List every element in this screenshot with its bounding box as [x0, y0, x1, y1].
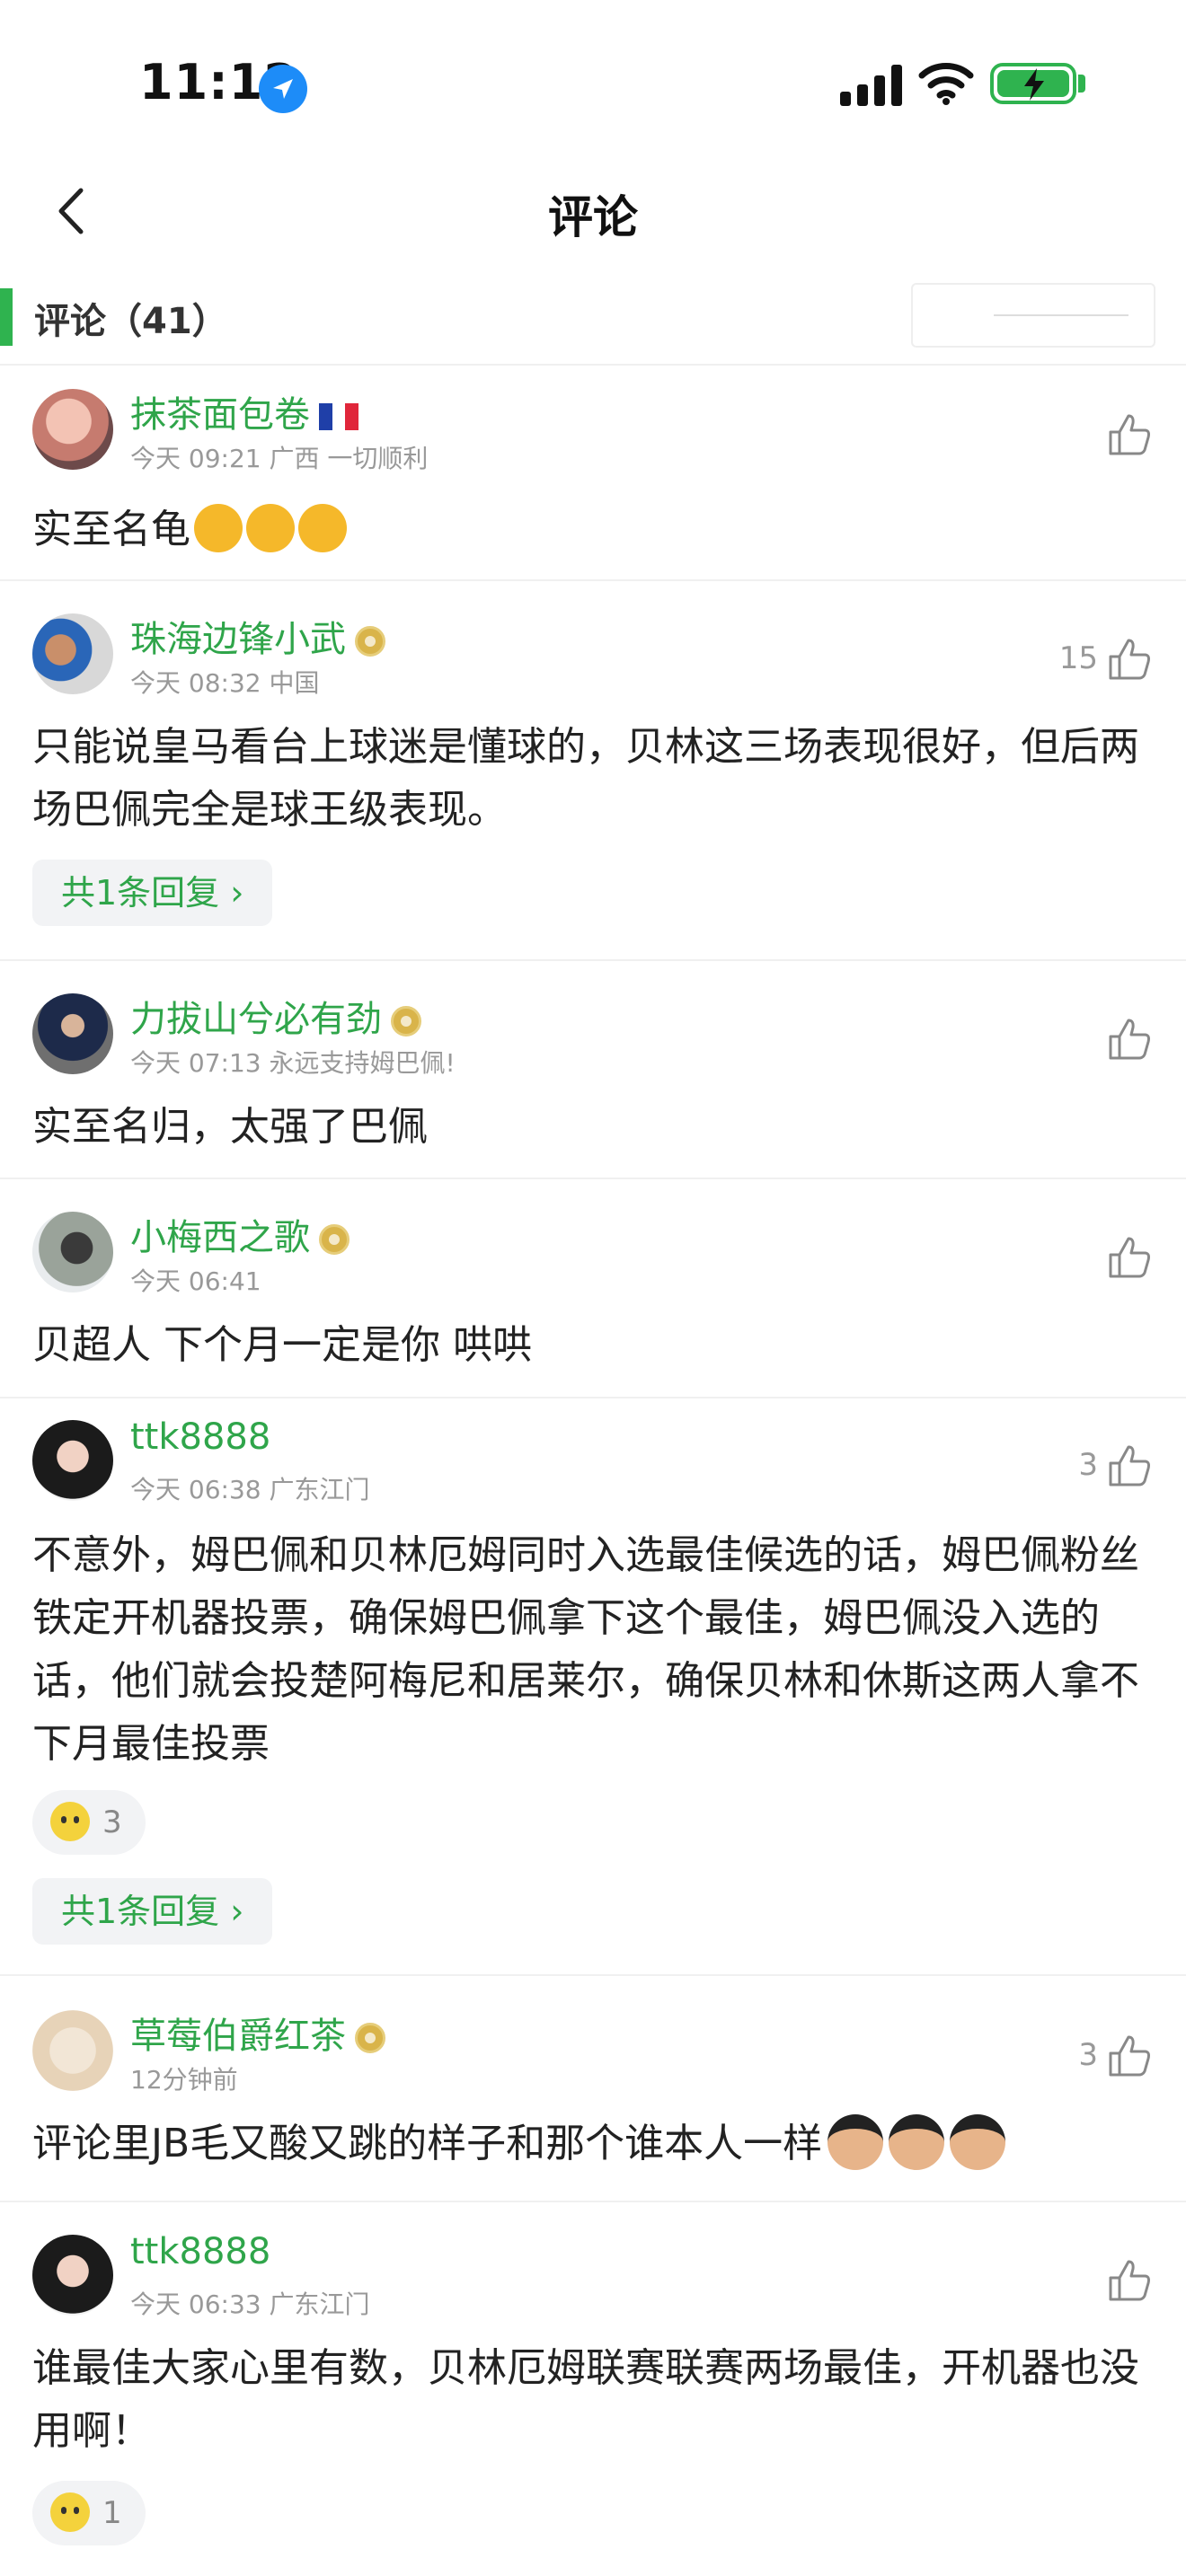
- like-count: 3: [1078, 2037, 1098, 2073]
- section-accent-bar: [0, 288, 13, 346]
- like-button[interactable]: [1105, 2032, 1154, 2080]
- comment-text: 评论里JB毛又酸又跳的样子和那个谁本人一样: [32, 2121, 823, 2166]
- comment-body: 评论里JB毛又酸又跳的样子和那个谁本人一样: [32, 2113, 1155, 2175]
- comment-meta: 今天 06:33 广东江门: [130, 2289, 370, 2319]
- location-arrow-icon: [259, 65, 307, 113]
- comment-body: 实至名龟: [32, 498, 1155, 561]
- comment-item: 抹茶面包卷 今天 09:21 广西 一切顺利 实至名龟: [0, 366, 1186, 581]
- comment-item: 力拔山兮必有劲 今天 07:13 永远支持姆巴佩! 实至名归，太强了巴佩: [0, 961, 1186, 1179]
- avatar[interactable]: [32, 613, 113, 694]
- page-title: 评论: [548, 191, 638, 243]
- comment-author[interactable]: 草莓伯爵红茶: [130, 2007, 385, 2059]
- reaction-count: 3: [102, 1804, 122, 1840]
- thumbs-up-emoji-icon: [246, 504, 295, 552]
- comment-author-name: 力拔山兮必有劲: [130, 999, 382, 1040]
- comments-count-label: 评论（41）: [34, 301, 228, 342]
- comment-body: 只能说皇马看台上球迷是懂球的，贝林这三场表现很好，但后两场巴佩完全是球王级表现。: [32, 724, 1139, 833]
- comment-meta: 今天 08:32 中国: [130, 668, 320, 698]
- comment-item: 珠海边锋小武 今天 08:32 中国 15 只能说皇马看台上球迷是懂球的，贝林这…: [0, 581, 1186, 961]
- avatar[interactable]: [32, 993, 113, 1074]
- club-badge-icon: [355, 2023, 385, 2053]
- sort-selector[interactable]: [911, 283, 1155, 348]
- like-button[interactable]: [1105, 1442, 1154, 1490]
- laughing-face-sticker-icon: [889, 2114, 945, 2170]
- comment-item: ttk8888 今天 06:38 广东江门 3 不意外，姆巴佩和贝林厄姆同时入选…: [0, 1398, 1186, 1976]
- replies-button[interactable]: 共1条回复 ›: [32, 860, 273, 926]
- like-count: 15: [1058, 640, 1098, 676]
- comment-author[interactable]: 小梅西之歌: [130, 1208, 350, 1260]
- reaction-chip[interactable]: 1: [32, 2481, 146, 2545]
- like-button[interactable]: [1105, 1233, 1154, 1282]
- comments-section-header: 评论（41）: [0, 274, 1186, 366]
- thumbs-up-icon: [1109, 414, 1150, 455]
- comment-author-name: ttk8888: [130, 2231, 271, 2272]
- comment-item: ttk8888 今天 06:33 广东江门 谁最佳大家心里有数，贝林厄姆联赛联赛…: [0, 2202, 1186, 2576]
- comment-body: 贝超人 下个月一定是你 哄哄: [32, 1322, 532, 1368]
- comment-author-name: 珠海边锋小武: [130, 619, 346, 660]
- lemon-face-icon: [50, 1801, 90, 1841]
- avatar[interactable]: [32, 1212, 113, 1292]
- comment-meta: 今天 06:38 广东江门: [130, 1475, 370, 1504]
- comment-author[interactable]: 珠海边锋小武: [130, 610, 385, 662]
- like-count: 3: [1078, 1447, 1098, 1483]
- comment-author[interactable]: ttk8888: [130, 2231, 270, 2272]
- comment-text: 实至名龟: [32, 507, 190, 552]
- comment-item: 草莓伯爵红茶 12分钟前 3 评论里JB毛又酸又跳的样子和那个谁本人一样: [0, 1976, 1186, 2202]
- club-badge-icon: [391, 1006, 421, 1037]
- thumbs-up-icon: [1109, 2260, 1150, 2301]
- battery-cap: [1078, 75, 1085, 93]
- comment-meta: 今天 06:41: [130, 1266, 261, 1296]
- like-button[interactable]: [1105, 2256, 1154, 2305]
- replies-button[interactable]: 共1条回复 ›: [32, 1878, 273, 1945]
- laughing-face-sticker-icon: [950, 2114, 1006, 2170]
- nav-bar: 评论: [0, 162, 1186, 260]
- thumbs-up-icon: [1109, 1019, 1150, 1060]
- reaction-count: 1: [102, 2495, 122, 2531]
- reaction-chip[interactable]: 3: [32, 1790, 146, 1855]
- comment-body: 实至名归，太强了巴佩: [32, 1104, 428, 1150]
- comment-body: 谁最佳大家心里有数，贝林厄姆联赛联赛两场最佳，开机器也没用啊！: [32, 2345, 1139, 2454]
- club-badge-icon: [355, 626, 385, 657]
- comment-item: 小梅西之歌 今天 06:41 贝超人 下个月一定是你 哄哄: [0, 1179, 1186, 1398]
- thumbs-up-emoji-icon: [298, 504, 347, 552]
- comment-author-name: ttk8888: [130, 1416, 271, 1458]
- comment-body: 不意外，姆巴佩和贝林厄姆同时入选最佳候选的话，姆巴佩粉丝铁定开机器投票，确保姆巴…: [32, 1532, 1139, 1767]
- france-flag-icon: [319, 403, 358, 430]
- thumbs-up-icon: [1109, 1445, 1150, 1486]
- like-button[interactable]: [1105, 1015, 1154, 1063]
- laughing-face-sticker-icon: [828, 2114, 884, 2170]
- wifi-icon: [918, 61, 974, 110]
- comment-author[interactable]: 力拔山兮必有劲: [130, 990, 421, 1042]
- lemon-face-icon: [50, 2492, 90, 2532]
- like-button[interactable]: [1105, 410, 1154, 459]
- avatar[interactable]: [32, 2010, 113, 2091]
- thumbs-up-icon: [1109, 1237, 1150, 1278]
- comment-meta: 12分钟前: [130, 2065, 238, 2095]
- comment-author[interactable]: ttk8888: [130, 1416, 270, 1458]
- comment-author-name: 草莓伯爵红茶: [130, 2016, 346, 2057]
- comment-author-name: 抹茶面包卷: [130, 394, 310, 436]
- avatar[interactable]: [32, 389, 113, 470]
- comment-meta: 今天 09:21 广西 一切顺利: [130, 444, 429, 473]
- comment-author[interactable]: 抹茶面包卷: [130, 385, 358, 437]
- comment-meta: 今天 07:13 永远支持姆巴佩!: [130, 1048, 456, 1078]
- battery-charging-icon: [990, 63, 1076, 104]
- status-bar: 11:12: [0, 0, 1186, 162]
- thumbs-up-emoji-icon: [194, 504, 243, 552]
- avatar[interactable]: [32, 1420, 113, 1501]
- thumbs-up-icon: [1109, 2035, 1150, 2077]
- avatar[interactable]: [32, 2235, 113, 2316]
- cellular-signal-icon: [840, 63, 903, 106]
- comment-author-name: 小梅西之歌: [130, 1217, 310, 1258]
- like-button[interactable]: [1105, 635, 1154, 684]
- thumbs-up-icon: [1109, 639, 1150, 680]
- club-badge-icon: [319, 1224, 350, 1255]
